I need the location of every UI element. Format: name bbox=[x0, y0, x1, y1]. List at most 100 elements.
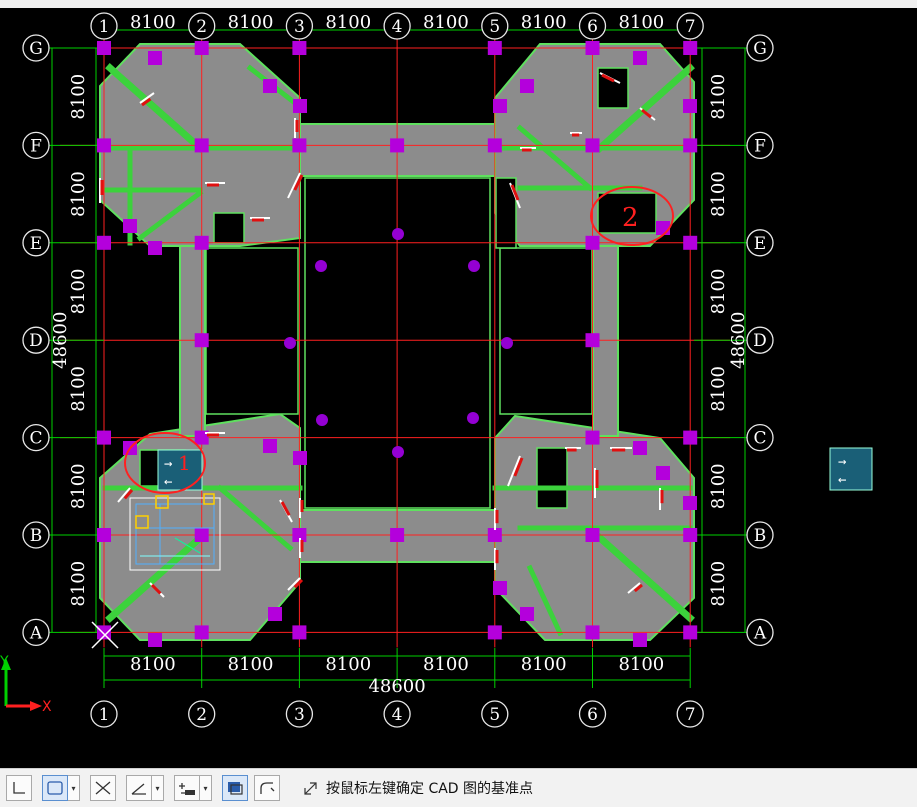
axis-bubble-left-E: E bbox=[22, 229, 50, 257]
dim-right-span: 8100 bbox=[708, 463, 729, 509]
axis-bubble-bottom-2: 2 bbox=[188, 700, 216, 728]
cad-drawing-canvas[interactable]: → ← → ← 1 2 Y X 1 1 2 2 3 3 4 4 5 5 6 6 7 7 G G F F E E D D C C… bbox=[0, 8, 917, 768]
column bbox=[520, 79, 534, 93]
column bbox=[390, 528, 405, 542]
dim-bottom-span: 8100 bbox=[228, 654, 274, 675]
svg-text:G: G bbox=[753, 39, 767, 59]
column bbox=[97, 41, 111, 55]
rect-select-dropdown[interactable]: ▾ bbox=[68, 775, 80, 801]
column bbox=[656, 221, 670, 235]
offset-snap-button[interactable] bbox=[174, 775, 200, 801]
rectangle-icon bbox=[47, 781, 63, 795]
column bbox=[194, 625, 209, 640]
column bbox=[148, 241, 162, 255]
column bbox=[292, 41, 307, 55]
dim-left-span: 8100 bbox=[68, 74, 89, 120]
svg-text:C: C bbox=[753, 429, 766, 449]
column bbox=[292, 625, 307, 640]
axis-bubble-left-B: B bbox=[22, 521, 50, 549]
dim-left-total: 48600 bbox=[50, 312, 71, 369]
angle-snap-button[interactable] bbox=[126, 775, 152, 801]
axis-bubble-top-5: 5 bbox=[481, 12, 509, 40]
column bbox=[585, 138, 600, 153]
column bbox=[97, 625, 111, 640]
snap-toolbar: ▾ ▾ ▾ bbox=[6, 775, 280, 801]
command-prompt: 按鼠标左键确定 CAD 图的基准点 bbox=[302, 778, 533, 798]
column bbox=[194, 333, 209, 348]
svg-text:E: E bbox=[754, 234, 766, 254]
column bbox=[487, 625, 502, 640]
ortho-toggle-button[interactable] bbox=[6, 775, 32, 801]
column bbox=[683, 235, 698, 250]
column bbox=[148, 51, 162, 65]
axis-bubble-top-3: 3 bbox=[285, 12, 314, 40]
axis-bubble-top-1: 1 bbox=[90, 12, 118, 40]
ucs-y-label: Y bbox=[0, 654, 9, 670]
svg-text:←: ← bbox=[164, 474, 172, 490]
dim-top-span: 8100 bbox=[228, 12, 274, 33]
column bbox=[194, 41, 209, 55]
dim-right-span: 8100 bbox=[708, 171, 729, 217]
axis-bubble-bottom-1: 1 bbox=[90, 700, 118, 728]
column bbox=[194, 528, 209, 542]
column bbox=[683, 138, 698, 153]
dim-left-span: 8100 bbox=[68, 269, 89, 315]
axis-bubble-top-7: 7 bbox=[676, 12, 704, 40]
floating-dialog-icon-right[interactable]: → ← bbox=[829, 447, 873, 491]
angle-icon bbox=[131, 783, 146, 795]
offset-snap-dropdown[interactable]: ▾ bbox=[200, 775, 212, 801]
svg-text:B: B bbox=[30, 526, 43, 546]
object-snap-button[interactable] bbox=[222, 775, 248, 801]
dim-bottom-total: 48600 bbox=[368, 676, 425, 697]
cross-select-button[interactable] bbox=[90, 775, 116, 801]
column bbox=[683, 625, 698, 640]
ucs-x-label: X bbox=[42, 699, 52, 715]
column bbox=[585, 625, 600, 640]
column bbox=[97, 430, 111, 445]
offset-icon bbox=[179, 783, 195, 795]
svg-text:5: 5 bbox=[489, 17, 500, 37]
column bbox=[493, 581, 507, 595]
svg-text:C: C bbox=[29, 429, 42, 449]
svg-text:1: 1 bbox=[99, 17, 110, 37]
column bbox=[520, 607, 534, 621]
dim-bottom-span: 8100 bbox=[423, 654, 469, 675]
dim-top-span: 8100 bbox=[325, 12, 371, 33]
axis-bubble-bottom-6: 6 bbox=[578, 700, 607, 728]
svg-text:F: F bbox=[754, 136, 766, 156]
svg-text:B: B bbox=[754, 526, 767, 546]
marker-2-label: 2 bbox=[622, 203, 639, 233]
dim-left-span: 8100 bbox=[68, 366, 89, 412]
axis-bubble-right-F: F bbox=[746, 131, 774, 160]
column bbox=[585, 430, 600, 445]
svg-text:7: 7 bbox=[685, 705, 696, 725]
object-snap-icon bbox=[228, 782, 243, 795]
title-strip bbox=[0, 0, 917, 8]
svg-text:3: 3 bbox=[294, 17, 305, 37]
column bbox=[656, 466, 670, 480]
axis-bubble-right-B: B bbox=[746, 521, 774, 549]
rect-select-button[interactable] bbox=[42, 775, 68, 801]
axis-bubble-left-F: F bbox=[22, 131, 50, 160]
dim-bottom-span: 8100 bbox=[130, 654, 176, 675]
axis-bubble-bottom-5: 5 bbox=[481, 700, 509, 728]
svg-text:3: 3 bbox=[294, 705, 305, 725]
polar-track-icon bbox=[260, 782, 275, 794]
polar-track-button[interactable] bbox=[254, 775, 280, 801]
column bbox=[585, 333, 600, 348]
dim-left-span: 8100 bbox=[68, 463, 89, 509]
axis-bubble-bottom-4: 4 bbox=[383, 700, 411, 728]
dim-right-span: 8100 bbox=[708, 74, 729, 120]
angle-snap-dropdown[interactable]: ▾ bbox=[152, 775, 164, 801]
cad-svg[interactable]: → ← → ← 1 2 Y X 1 1 2 2 3 3 4 4 5 5 6 6 7 7 G G F F E E D D C C… bbox=[0, 8, 917, 768]
column bbox=[633, 51, 647, 65]
marker-1-label: 1 bbox=[178, 451, 191, 475]
column bbox=[585, 235, 600, 250]
column bbox=[97, 235, 111, 250]
axis-bubble-right-E: E bbox=[746, 229, 774, 257]
svg-text:7: 7 bbox=[685, 17, 696, 37]
dim-top-span: 8100 bbox=[130, 12, 176, 33]
column bbox=[683, 528, 698, 542]
svg-text:2: 2 bbox=[196, 17, 207, 37]
axis-bubble-top-6: 6 bbox=[578, 12, 607, 40]
